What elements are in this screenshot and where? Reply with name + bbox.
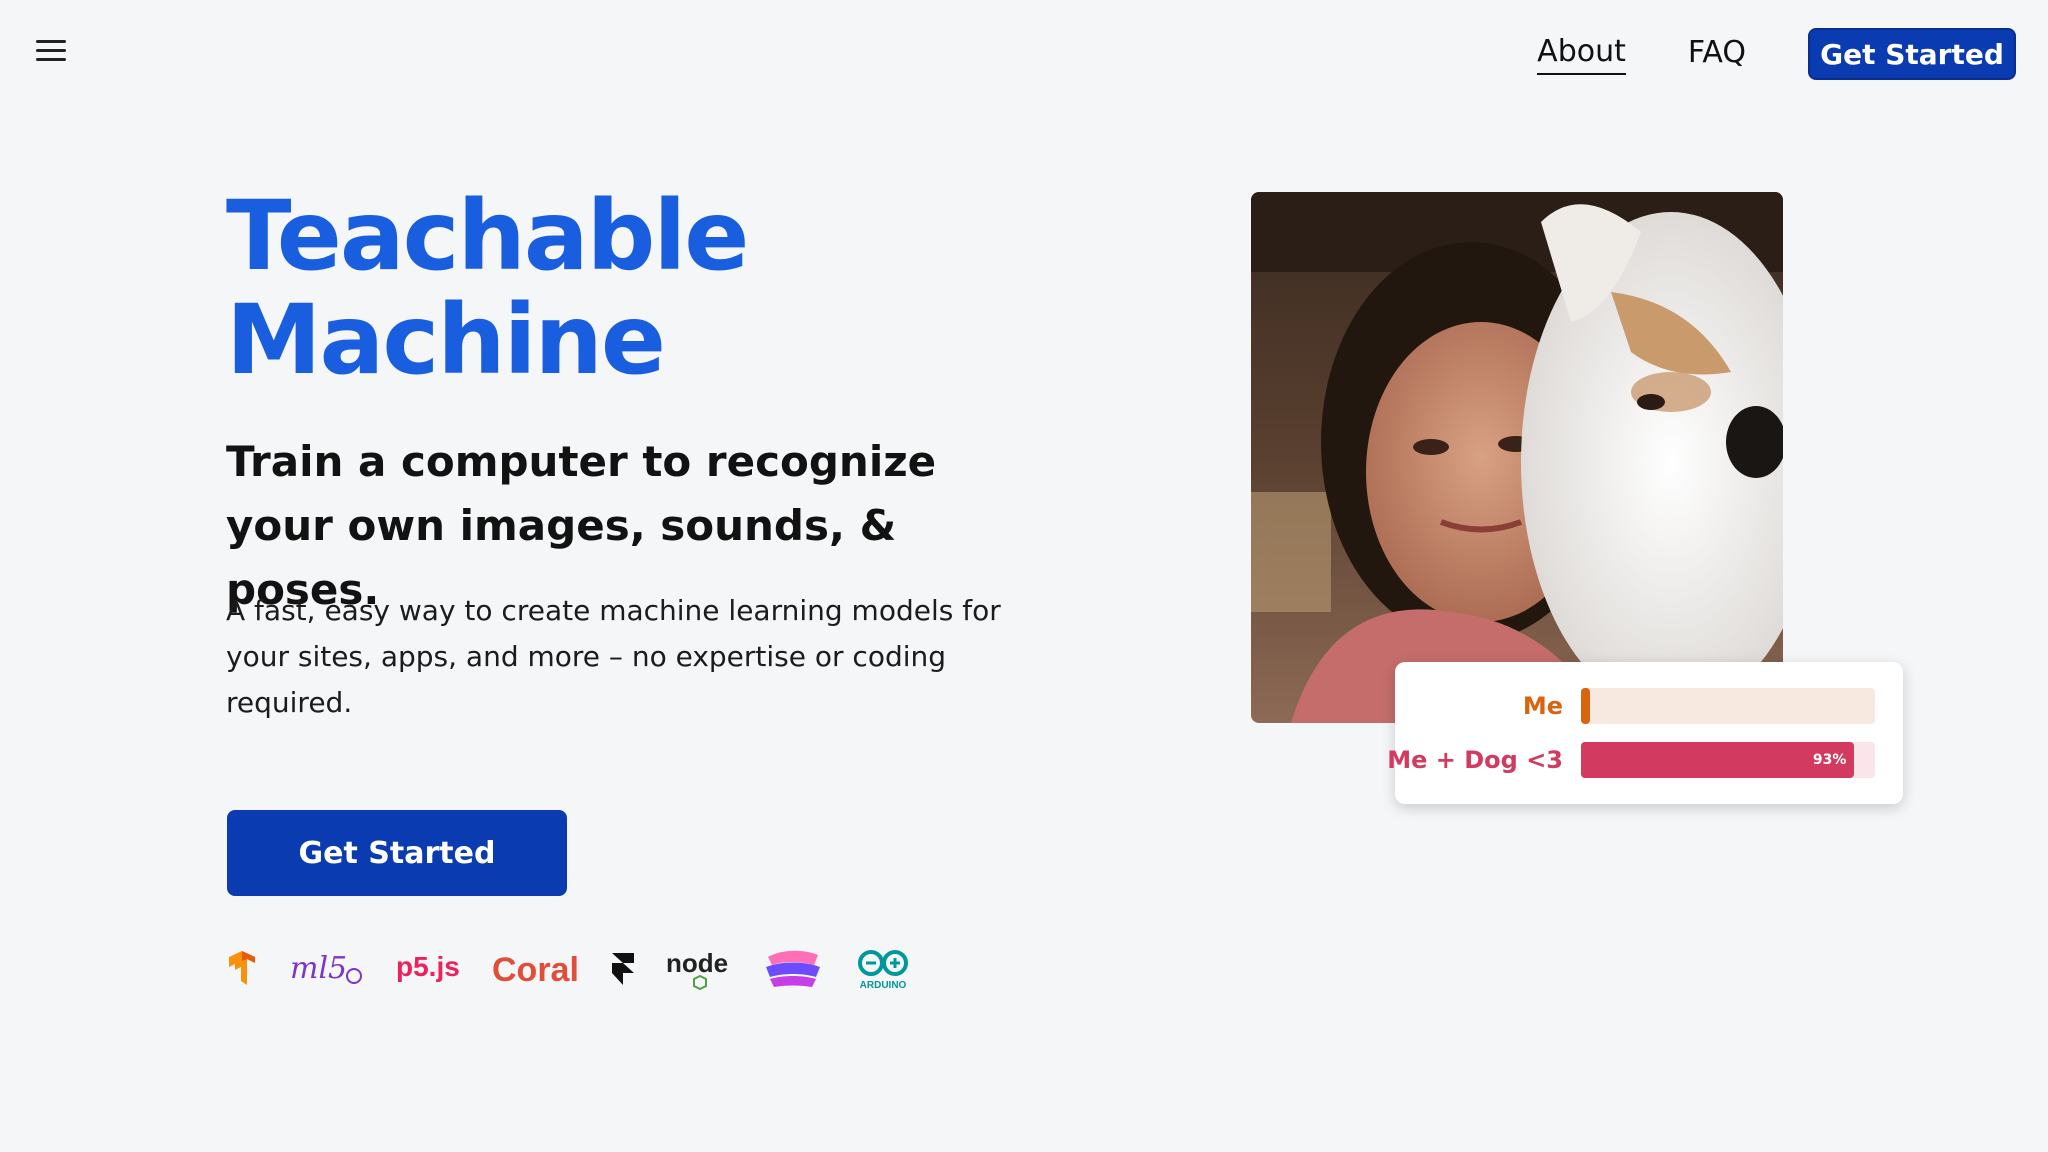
nav-link-about[interactable]: About bbox=[1537, 34, 1626, 75]
svg-text:ARDUINO: ARDUINO bbox=[860, 980, 907, 991]
prediction-percent: 93% bbox=[1812, 752, 1847, 768]
hero-get-started-button[interactable]: Get Started bbox=[227, 810, 567, 896]
prediction-bar-track: 93% bbox=[1581, 742, 1875, 778]
glitch-logo-icon bbox=[764, 947, 822, 991]
coral-logo-icon: Coral bbox=[490, 949, 580, 989]
page: About FAQ Get Started Teachable Machine … bbox=[0, 0, 2048, 1152]
title-line-2: Machine bbox=[226, 284, 666, 396]
integration-logos: ml5 p5.js Coral node ARDUINO bbox=[226, 946, 944, 992]
prediction-bar-track bbox=[1581, 688, 1875, 724]
prediction-label: Me + Dog <3 bbox=[1387, 746, 1563, 774]
prediction-card: Me Me + Dog <3 93% bbox=[1387, 662, 1903, 804]
framer-logo-icon bbox=[610, 951, 636, 987]
header-get-started-button[interactable]: Get Started bbox=[1808, 28, 2016, 80]
hamburger-menu-icon[interactable] bbox=[36, 40, 66, 64]
p5js-logo-icon: p5.js bbox=[394, 952, 460, 986]
title-line-1: Teachable bbox=[226, 180, 749, 292]
ml5-logo-icon: ml5 bbox=[288, 952, 364, 986]
hero-description: A fast, easy way to create machine learn… bbox=[226, 594, 1001, 719]
nodejs-logo-icon: node bbox=[666, 948, 734, 990]
top-nav: About FAQ Get Started bbox=[1537, 28, 2016, 80]
prediction-row-me-dog: Me + Dog <3 93% bbox=[1387, 742, 1903, 778]
tensorflow-logo-icon bbox=[226, 951, 258, 987]
page-title: Teachable Machine bbox=[226, 180, 749, 396]
arduino-logo-icon: ARDUINO bbox=[852, 947, 914, 991]
prediction-row-me: Me bbox=[1395, 688, 1903, 724]
svg-text:ml5: ml5 bbox=[290, 952, 347, 986]
prediction-bar-fill bbox=[1581, 688, 1590, 724]
nav-link-faq[interactable]: FAQ bbox=[1688, 35, 1746, 74]
prediction-bar-fill: 93% bbox=[1581, 742, 1855, 778]
svg-text:p5.js: p5.js bbox=[396, 952, 460, 982]
svg-text:Coral: Coral bbox=[492, 951, 579, 989]
prediction-label: Me bbox=[1522, 692, 1563, 720]
webcam-demo-image bbox=[1251, 192, 1783, 723]
svg-text:node: node bbox=[666, 948, 728, 978]
